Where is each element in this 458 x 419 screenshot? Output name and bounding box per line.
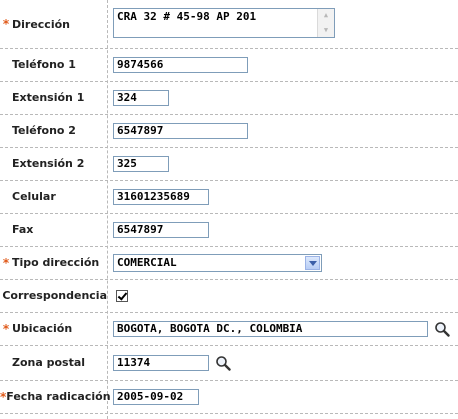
label-telefono1: Teléfono 1 (0, 48, 107, 81)
label-fax: Fax (0, 213, 107, 246)
label-direccion: * Dirección (0, 0, 107, 48)
fax-input[interactable]: 6547897 (113, 221, 209, 238)
label-fax-text: Fax (12, 223, 34, 236)
extension2-input[interactable]: 325 (113, 155, 169, 172)
label-celular-text: Celular (12, 190, 56, 203)
required-marker: * (2, 255, 10, 270)
label-fecha-radicacion: * Fecha radicación (0, 380, 111, 413)
correspondencia-checkbox[interactable] (116, 289, 128, 302)
textarea-scrollbar[interactable]: ▲ ▼ (317, 9, 334, 37)
ubicacion-input[interactable]: BOGOTA, BOGOTA DC., COLOMBIA (113, 320, 428, 337)
label-zona-postal-text: Zona postal (12, 356, 86, 369)
label-fecha-radicacion-text: Fecha radicación (6, 390, 111, 403)
label-direccion-text: Dirección (12, 17, 70, 31)
row-direccion: * Dirección CRA 32 # 45-98 AP 201 ▲ ▼ (0, 0, 458, 48)
label-extension1: Extensión 1 (0, 81, 107, 114)
row-zona-postal: Zona postal 11374 (0, 345, 458, 380)
label-correspondencia-text: Correspondencia (2, 289, 107, 302)
row-correspondencia: Correspondencia (0, 279, 458, 312)
direccion-value: CRA 32 # 45-98 AP 201 (117, 10, 257, 23)
telefono2-input[interactable]: 6547897 (113, 122, 248, 139)
label-extension1-text: Extensión 1 (12, 91, 85, 104)
celular-input[interactable]: 31601235689 (113, 188, 209, 205)
row-extension2: Extensión 2 325 (0, 147, 458, 180)
label-tipo-direccion-text: Tipo dirección (12, 256, 100, 269)
label-ubicacion-text: Ubicación (12, 322, 73, 335)
tipo-direccion-value: COMERCIAL (117, 255, 177, 269)
label-tipo-direccion: * Tipo dirección (0, 246, 107, 279)
scroll-up-icon[interactable]: ▲ (318, 9, 334, 22)
required-marker: * (2, 321, 10, 336)
label-ubicacion: * Ubicación (0, 312, 107, 345)
row-telefono1: Teléfono 1 9874566 (0, 48, 458, 81)
label-telefono2-text: Teléfono 2 (12, 124, 76, 137)
row-fax: Fax 6547897 (0, 213, 458, 246)
magnifier-icon[interactable] (215, 355, 231, 371)
extension1-input[interactable]: 324 (113, 89, 169, 106)
magnifier-icon[interactable] (434, 321, 450, 337)
row-extension1: Extensión 1 324 (0, 81, 458, 114)
label-extension2-text: Extensión 2 (12, 157, 85, 170)
label-celular: Celular (0, 180, 107, 213)
row-celular: Celular 31601235689 (0, 180, 458, 213)
label-extension2: Extensión 2 (0, 147, 107, 180)
fecha-radicacion-input[interactable]: 2005-09-02 (113, 388, 199, 405)
label-telefono2: Teléfono 2 (0, 114, 107, 147)
row-tipo-direccion: * Tipo dirección COMERCIAL (0, 246, 458, 279)
telefono1-input[interactable]: 9874566 (113, 56, 248, 73)
row-fecha-radicacion: * Fecha radicación 2005-09-02 (0, 380, 458, 413)
tipo-direccion-select[interactable]: COMERCIAL (113, 253, 322, 272)
label-zona-postal: Zona postal (0, 345, 107, 380)
row-telefono2: Teléfono 2 6547897 (0, 114, 458, 147)
scroll-down-icon[interactable]: ▼ (318, 24, 334, 37)
chevron-down-icon[interactable] (305, 255, 320, 270)
row-ubicacion: * Ubicación BOGOTA, BOGOTA DC., COLOMBIA (0, 312, 458, 345)
zona-postal-input[interactable]: 11374 (113, 354, 209, 371)
label-correspondencia: Correspondencia (0, 279, 107, 312)
required-marker: * (2, 17, 10, 31)
direccion-textarea[interactable]: CRA 32 # 45-98 AP 201 ▲ ▼ (113, 8, 335, 38)
label-telefono1-text: Teléfono 1 (12, 58, 76, 71)
